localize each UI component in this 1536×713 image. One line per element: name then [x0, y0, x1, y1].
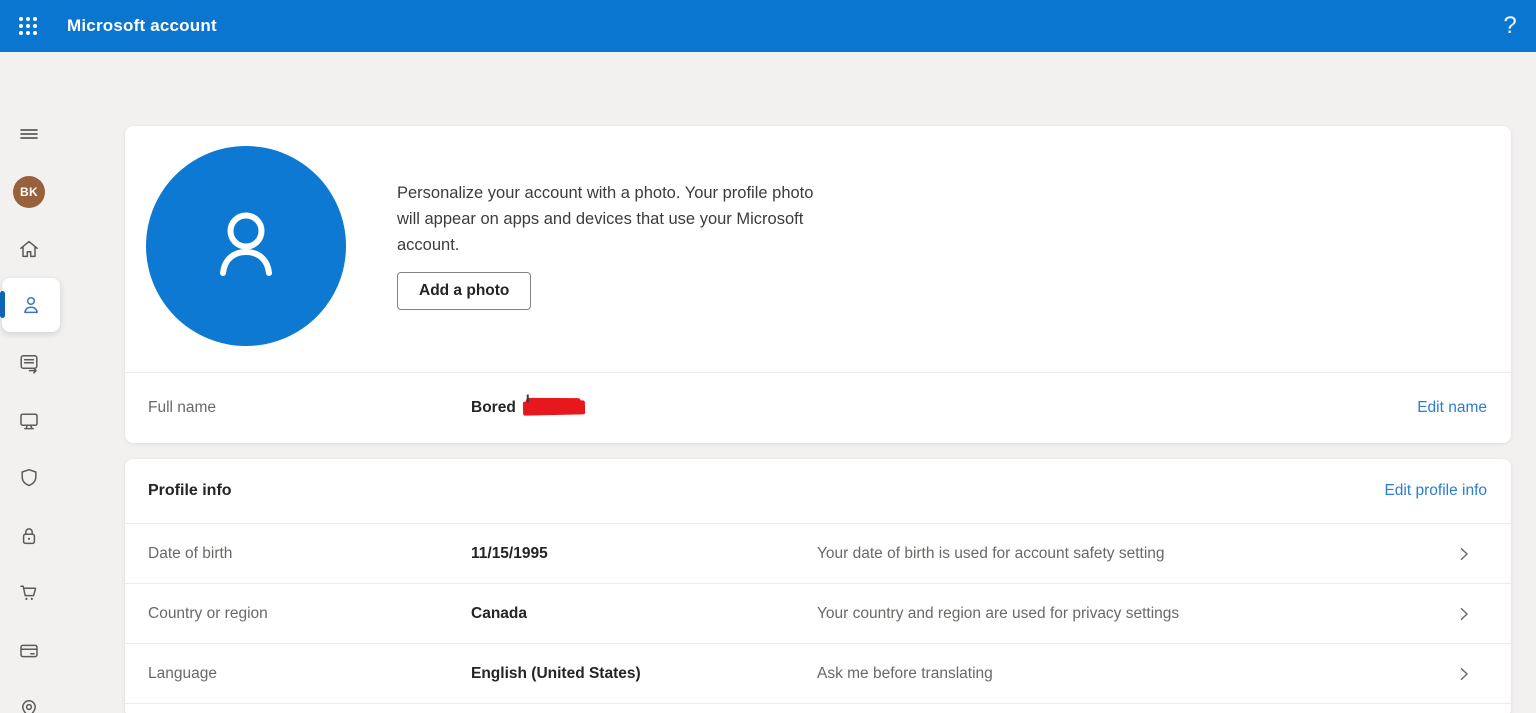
partial-next-row — [125, 703, 1511, 713]
row-label: Country or region — [148, 604, 268, 622]
avatar-initials: BK — [20, 185, 38, 199]
row-label: Language — [148, 664, 217, 682]
news-arrow-icon — [20, 355, 38, 374]
sidebar-menu-toggle[interactable] — [17, 122, 41, 146]
top-app-bar: Microsoft account ? — [0, 0, 1536, 52]
home-icon — [20, 240, 38, 258]
row-language[interactable]: Language English (United States) Ask me … — [125, 643, 1511, 703]
help-button[interactable]: ? — [1484, 0, 1536, 52]
location-pin-icon — [22, 700, 36, 713]
photo-card: Personalize your account with a photo. Y… — [125, 126, 1511, 443]
monitor-icon — [20, 413, 38, 430]
sidebar-item-order-history[interactable] — [17, 581, 41, 605]
sidebar-item-addresses[interactable] — [17, 697, 41, 713]
sidebar-item-payment-options[interactable] — [17, 639, 41, 663]
help-icon: ? — [1503, 12, 1517, 39]
waffle-icon — [19, 17, 37, 35]
profile-info-title: Profile info — [148, 482, 232, 499]
row-date-of-birth[interactable]: Date of birth 11/15/1995 Your date of bi… — [125, 523, 1511, 583]
row-description: Your date of birth is used for account s… — [817, 544, 1165, 562]
credit-card-icon — [20, 644, 38, 658]
sidebar-selected-indicator — [0, 291, 5, 318]
sidebar-item-home[interactable] — [17, 237, 41, 261]
chevron-right-icon — [1460, 667, 1468, 681]
row-label: Date of birth — [148, 544, 233, 562]
sidebar-nav: BK — [0, 52, 64, 713]
full-name-value: Bored — [471, 399, 585, 417]
row-value: English (United States) — [471, 664, 641, 682]
sidebar-avatar[interactable]: BK — [13, 176, 45, 208]
add-photo-button[interactable]: Add a photo — [397, 272, 532, 310]
sidebar-item-security[interactable] — [17, 466, 41, 490]
chevron-right-icon — [1460, 547, 1468, 561]
shield-icon — [21, 468, 37, 487]
full-name-label: Full name — [148, 399, 217, 416]
lock-icon — [22, 528, 36, 545]
person-icon — [24, 296, 38, 314]
redaction-scribble — [522, 400, 585, 416]
sidebar-item-devices[interactable] — [17, 409, 41, 433]
edit-name-link[interactable]: Edit name — [1417, 399, 1487, 417]
profile-info-card: Profile info Edit profile info Date of b… — [125, 459, 1511, 713]
row-country-or-region[interactable]: Country or region Canada Your country an… — [125, 583, 1511, 643]
row-value: Canada — [471, 604, 527, 622]
profile-photo-placeholder[interactable] — [146, 146, 346, 346]
row-value: 11/15/1995 — [471, 544, 548, 562]
chevron-right-icon — [1460, 607, 1468, 621]
hamburger-icon — [20, 129, 38, 139]
main-content: Personalize your account with a photo. Y… — [125, 126, 1511, 713]
sidebar-item-your-info[interactable] — [2, 278, 60, 332]
app-launcher-button[interactable] — [0, 0, 56, 52]
first-name-text: Bored — [471, 399, 516, 416]
edit-profile-info-link[interactable]: Edit profile info — [1384, 482, 1487, 500]
profile-info-header: Profile info Edit profile info — [125, 459, 1511, 523]
sidebar-item-subscriptions[interactable] — [17, 351, 41, 375]
app-title: Microsoft account — [67, 16, 217, 35]
cart-icon — [20, 585, 37, 600]
full-name-row: Full name Bored Edit name — [125, 373, 1511, 443]
person-placeholder-icon — [220, 212, 272, 276]
row-description: Your country and region are used for pri… — [817, 604, 1180, 622]
photo-description: Personalize your account with a photo. Y… — [397, 184, 814, 254]
row-description: Ask me before translating — [817, 664, 993, 682]
sidebar-item-privacy[interactable] — [17, 524, 41, 548]
